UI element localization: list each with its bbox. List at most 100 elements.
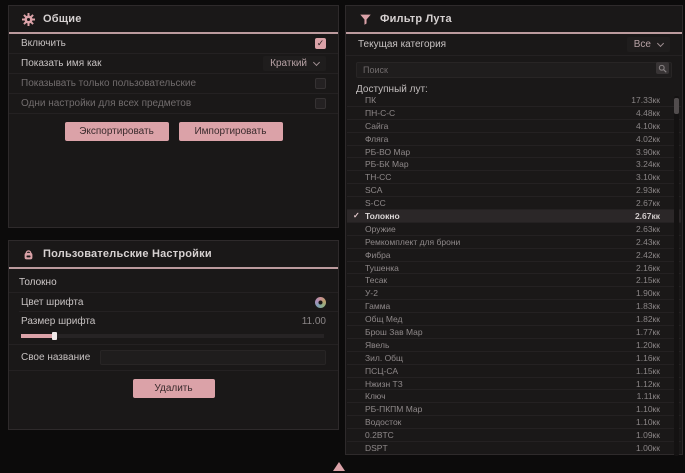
loot-item-name: ТН-СС: [365, 172, 391, 182]
loot-item-row[interactable]: ✓ ПСЦ-СА 1.15кк: [347, 365, 681, 378]
only-custom-label: Показывать только пользовательские: [21, 78, 196, 89]
loot-item-row[interactable]: ✓ У-2 1.90кк: [347, 287, 681, 300]
loot-item-row[interactable]: ✓ Общ Мед 1.82кк: [347, 313, 681, 326]
loot-item-row[interactable]: ✓ Зил. Общ 1.16кк: [347, 352, 681, 365]
loot-item-name: Водосток: [365, 417, 401, 427]
loot-item-row[interactable]: ✓ Явель 1.20кк: [347, 339, 681, 352]
custom-name-row: Свое название: [9, 345, 338, 371]
panel-general-header: Общие: [9, 6, 338, 32]
search-icon[interactable]: [656, 62, 669, 74]
scrollbar-track[interactable]: [674, 96, 679, 456]
loot-item-name: S-СС: [365, 198, 386, 208]
chevron-down-icon: [313, 58, 320, 65]
only-custom-checkbox[interactable]: [315, 78, 326, 89]
same-settings-checkbox[interactable]: [315, 98, 326, 109]
loot-item-name: Гамма: [365, 301, 390, 311]
loot-item-name: Явель: [365, 340, 389, 350]
loot-item-row[interactable]: ✓ Гамма 1.83кк: [347, 300, 681, 313]
font-color-row: Цвет шрифта: [19, 293, 338, 312]
loot-item-row[interactable]: ✓ Ремкомплект для брони 2.43кк: [347, 236, 681, 249]
search-input[interactable]: [356, 62, 672, 78]
loot-item-row[interactable]: ✓ ПК 17.33кк: [347, 94, 681, 107]
loot-item-name: РБ-БК Мар: [365, 159, 409, 169]
selected-item-name: Толокно: [9, 269, 338, 293]
panel-loot-filter: Фильтр Лута Текущая категория Все Доступ…: [345, 5, 683, 455]
loot-item-name: ПСЦ-СА: [365, 366, 398, 376]
header-divider: [9, 32, 338, 34]
loot-item-row[interactable]: ✓ Тушенка 2.16кк: [347, 262, 681, 275]
export-button[interactable]: Экспортировать: [65, 122, 169, 141]
loot-item-name: Нжизн ТЗ: [365, 379, 403, 389]
scrollbar-thumb[interactable]: [674, 98, 679, 114]
slider-fill: [21, 334, 55, 338]
panel-general-title: Общие: [43, 13, 82, 25]
loot-item-name: Ремкомплект для брони: [365, 237, 460, 247]
same-settings-label: Одни настройки для всех предметов: [21, 98, 191, 109]
loot-item-name: Оружие: [365, 224, 396, 234]
loot-item-row[interactable]: ✓ РБ-ВО Мар 3.90кк: [347, 146, 681, 159]
custom-name-label: Свое название: [21, 352, 90, 363]
loot-item-name: 0.2BTC: [365, 430, 394, 440]
check-icon: ✓: [317, 39, 325, 48]
loot-item-row[interactable]: ✓ DSPT 1.00кк: [347, 442, 681, 453]
loot-item-name: SCA: [365, 185, 382, 195]
loot-item-name: Общ Мед: [365, 314, 403, 324]
panel-user-settings-title: Пользовательские Настройки: [43, 248, 212, 260]
loot-item-row[interactable]: ✓ Фибра 2.42кк: [347, 249, 681, 262]
font-size-value: 11.00: [302, 316, 326, 327]
font-size-slider[interactable]: [21, 334, 324, 338]
loot-item-name: У-2: [365, 288, 378, 298]
panel-loot-filter-title: Фильтр Лута: [380, 13, 452, 25]
loot-item-row[interactable]: ✓ РБ-БК Мар 3.24кк: [347, 158, 681, 171]
loot-item-name: Брош Зав Мар: [365, 327, 423, 337]
color-wheel-icon[interactable]: [315, 297, 326, 308]
show-name-row: Показать имя как Краткий: [9, 54, 338, 74]
loot-item-name: ПК: [365, 95, 376, 105]
loot-item-row[interactable]: ✓ Нжизн ТЗ 1.12кк: [347, 378, 681, 391]
loot-item-name: ПН-С-С: [365, 108, 395, 118]
gear-icon: [21, 12, 35, 26]
loot-item-row[interactable]: ✓ SCA 2.93кк: [347, 184, 681, 197]
backpack-icon: [21, 247, 35, 261]
loot-item-row[interactable]: ✓ Водосток 1.10кк: [347, 416, 681, 429]
enable-checkbox[interactable]: ✓: [315, 38, 326, 49]
chevron-down-icon: [657, 39, 664, 46]
loot-item-row[interactable]: ✓ ПН-С-С 4.48кк: [347, 107, 681, 120]
import-button[interactable]: Импортировать: [179, 122, 283, 141]
import-export-row: Экспортировать Импортировать: [9, 114, 338, 147]
show-name-label: Показать имя как: [21, 58, 101, 69]
loot-item-row[interactable]: ✓ Толокно 2.67кк: [347, 210, 681, 223]
loot-item-name: DSPT: [365, 443, 388, 453]
custom-name-input[interactable]: [100, 350, 326, 365]
loot-item-row[interactable]: ✓ S-СС 2.67кк: [347, 197, 681, 210]
loot-item-row[interactable]: ✓ Оружие 2.63кк: [347, 223, 681, 236]
panel-loot-filter-header: Фильтр Лута: [346, 6, 682, 32]
panel-user-settings-header: Пользовательские Настройки: [9, 241, 338, 267]
loot-item-row[interactable]: ✓ Брош Зав Мар 1.77кк: [347, 326, 681, 339]
loot-item-row[interactable]: ✓ Ключ 1.11кк: [347, 390, 681, 403]
enable-row: Включить ✓: [9, 34, 338, 54]
loot-item-name: Тесак: [365, 275, 387, 285]
loot-item-row[interactable]: ✓ ТН-СС 3.10кк: [347, 171, 681, 184]
loot-item-name: Фибра: [365, 250, 391, 260]
search-field: [356, 60, 672, 78]
delete-button[interactable]: Удалить: [133, 379, 215, 398]
category-value: Все: [634, 39, 651, 50]
show-name-select[interactable]: Краткий: [263, 56, 326, 71]
loot-item-name: Ключ: [365, 391, 386, 401]
loot-item-row[interactable]: ✓ Тесак 2.15кк: [347, 274, 681, 287]
loot-item-row[interactable]: ✓ Сайга 4.10кк: [347, 120, 681, 133]
panel-general: Общие Включить ✓ Показать имя как Кратки…: [8, 5, 339, 228]
loot-item-row[interactable]: ✓ Фляга 4.02кк: [347, 133, 681, 146]
loot-item-name: Тушенка: [365, 263, 399, 273]
resize-handle[interactable]: [333, 462, 345, 471]
loot-item-name: Сайга: [365, 121, 388, 131]
loot-item-row[interactable]: ✓ 0.2BTC 1.09кк: [347, 429, 681, 442]
category-select[interactable]: Все: [627, 37, 670, 52]
header-divider: [346, 32, 682, 34]
check-icon: ✓: [353, 211, 362, 220]
loot-item-row[interactable]: ✓ РБ-ПКПМ Мар 1.10кк: [347, 403, 681, 416]
category-row: Текущая категория Все: [346, 34, 682, 56]
slider-handle[interactable]: [52, 332, 57, 340]
panel-user-settings: Пользовательские Настройки Толокно Цвет …: [8, 240, 339, 430]
